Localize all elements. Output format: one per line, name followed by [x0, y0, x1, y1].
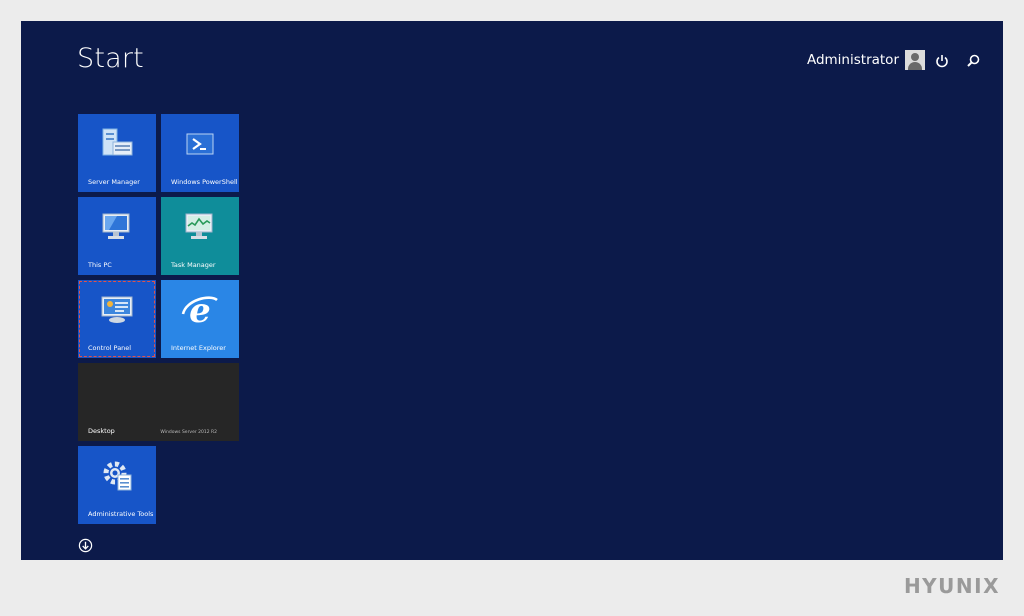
task-manager-icon [185, 213, 213, 239]
tile-task-manager[interactable]: Task Manager [161, 197, 239, 275]
tile-label: Server Manager [88, 178, 140, 186]
computer-icon [102, 213, 130, 239]
internet-explorer-icon: e [181, 292, 218, 328]
tile-label: Internet Explorer [171, 344, 226, 352]
power-icon[interactable] [934, 53, 950, 69]
tile-label: This PC [88, 261, 112, 269]
page-title: Start [77, 43, 144, 74]
server-manager-icon [102, 128, 133, 156]
administrative-tools-icon [103, 461, 132, 491]
desktop-brand-text: Windows Server 2012 R2 [160, 430, 217, 435]
tile-label: Task Manager [171, 261, 216, 269]
control-panel-icon [101, 296, 133, 323]
tile-label: Control Panel [88, 344, 132, 352]
user-account[interactable]: Administrator [807, 50, 925, 70]
tile-this-pc[interactable]: This PC [78, 197, 156, 275]
search-icon[interactable] [965, 53, 981, 69]
powershell-icon [186, 133, 214, 155]
tile-administrative-tools[interactable]: Administrative Tools [78, 446, 156, 524]
start-screen: Start Administrator Server Manager Windo… [21, 21, 1003, 560]
watermark-logo: HYUNIX [903, 574, 1000, 598]
tile-desktop[interactable]: Desktop Windows Server 2012 R2 [78, 363, 239, 441]
arrow-down-circle-icon[interactable] [78, 538, 93, 553]
tile-windows-powershell[interactable]: Windows PowerShell [161, 114, 239, 192]
tile-label: Administrative Tools [88, 510, 154, 518]
tile-label: Desktop [88, 427, 115, 435]
tile-control-panel[interactable]: Control Panel [78, 280, 156, 358]
avatar[interactable] [905, 50, 925, 70]
tile-label: Windows PowerShell [171, 178, 238, 186]
tile-server-manager[interactable]: Server Manager [78, 114, 156, 192]
user-name: Administrator [806, 52, 899, 68]
tile-internet-explorer[interactable]: e Internet Explorer [161, 280, 239, 358]
